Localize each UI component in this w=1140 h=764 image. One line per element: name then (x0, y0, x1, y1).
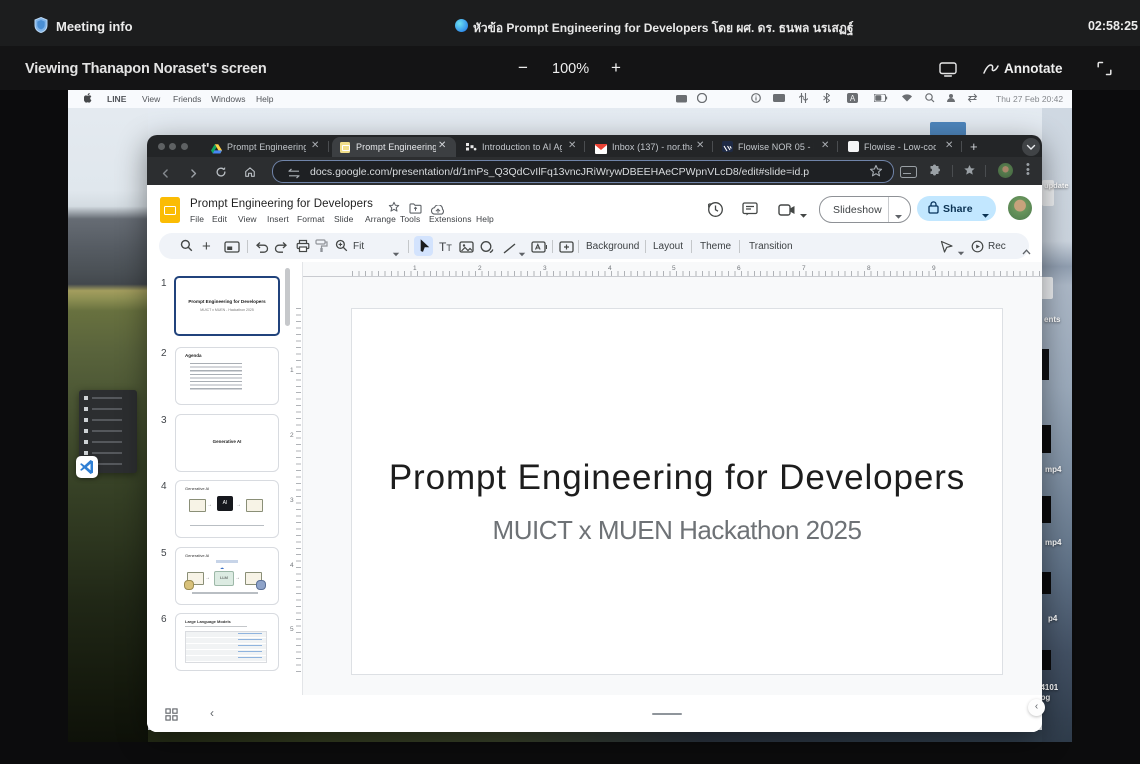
svg-text:A: A (850, 94, 856, 103)
